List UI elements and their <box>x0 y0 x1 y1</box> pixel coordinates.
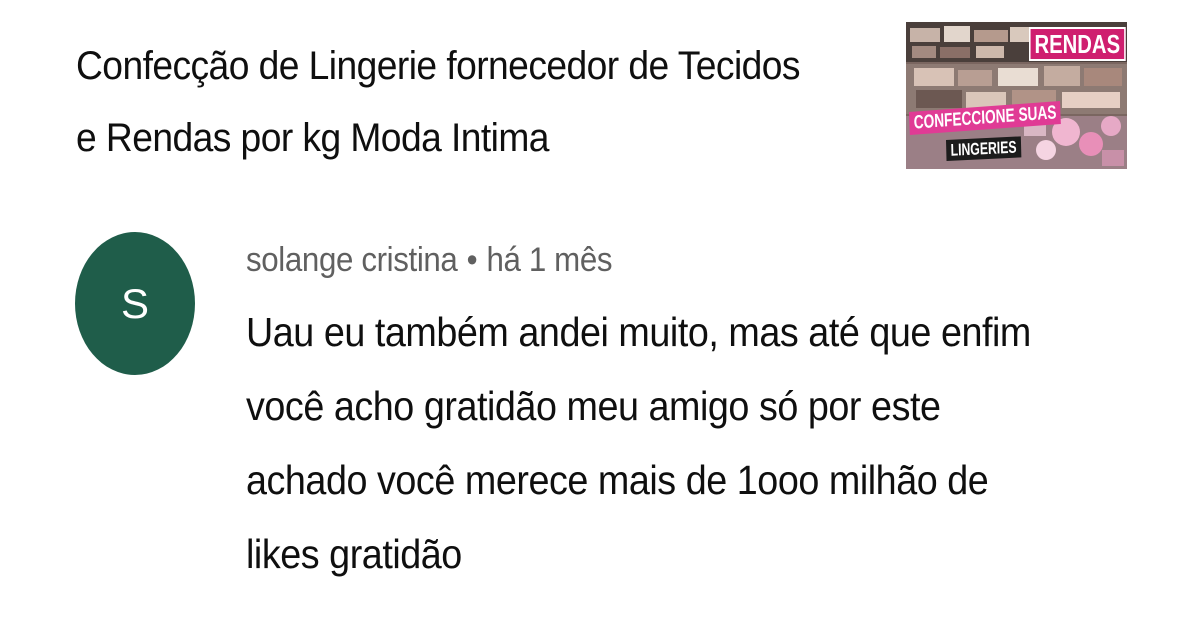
avatar[interactable]: S <box>75 232 195 375</box>
meta-separator: • <box>466 241 478 279</box>
comment-author[interactable]: solange cristina <box>246 241 458 279</box>
video-header[interactable]: Confecção de Lingerie fornecedor de Teci… <box>0 0 1200 200</box>
video-thumbnail[interactable]: RENDAS CONFECCIONE SUAS LINGERIES <box>906 22 1127 169</box>
comment-time: há 1 mês <box>486 241 613 279</box>
page: Confecção de Lingerie fornecedor de Teci… <box>0 0 1200 627</box>
comment: S solange cristina • há 1 mês Uau eu també… <box>0 220 1200 620</box>
thumbnail-badge-lingeries: LINGERIES <box>946 136 1022 161</box>
video-title[interactable]: Confecção de Lingerie fornecedor de Teci… <box>76 30 801 174</box>
comment-text: Uau eu também andei muito, mas até que e… <box>246 309 1031 577</box>
comment-meta: solange cristina • há 1 mês <box>246 238 613 282</box>
thumbnail-badge-rendas: RENDAS <box>1029 27 1126 61</box>
